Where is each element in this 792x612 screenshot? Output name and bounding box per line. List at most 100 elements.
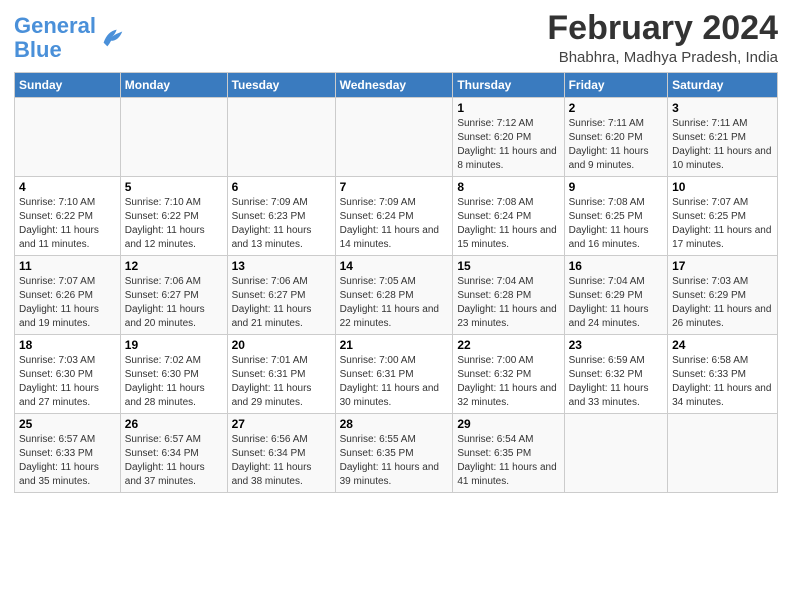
day-info: Sunrise: 7:10 AMSunset: 6:22 PMDaylight:… — [125, 196, 223, 252]
day-number: 13 — [232, 259, 331, 273]
calendar-cell — [335, 98, 453, 177]
calendar-cell: 12 Sunrise: 7:06 AMSunset: 6:27 PMDayligh… — [120, 256, 227, 335]
day-info: Sunrise: 6:59 AMSunset: 6:32 PMDaylight:… — [569, 354, 663, 410]
day-info: Sunrise: 7:00 AMSunset: 6:31 PMDaylight:… — [340, 354, 449, 410]
header-sunday: Sunday — [15, 73, 121, 98]
day-info: Sunrise: 7:01 AMSunset: 6:31 PMDaylight:… — [232, 354, 331, 410]
logo: General Blue — [14, 14, 126, 62]
header-friday: Friday — [564, 73, 667, 98]
day-number: 26 — [125, 417, 223, 431]
day-number: 14 — [340, 259, 449, 273]
day-number: 24 — [672, 338, 773, 352]
day-info: Sunrise: 6:58 AMSunset: 6:33 PMDaylight:… — [672, 354, 773, 410]
calendar-week-3: 11 Sunrise: 7:07 AMSunset: 6:26 PMDayligh… — [15, 256, 778, 335]
day-number: 20 — [232, 338, 331, 352]
calendar-week-1: 1 Sunrise: 7:12 AMSunset: 6:20 PMDaylight… — [15, 98, 778, 177]
calendar-cell: 21 Sunrise: 7:00 AMSunset: 6:31 PMDayligh… — [335, 335, 453, 414]
day-info: Sunrise: 7:03 AMSunset: 6:29 PMDaylight:… — [672, 275, 773, 331]
calendar-cell: 1 Sunrise: 7:12 AMSunset: 6:20 PMDaylight… — [453, 98, 564, 177]
calendar-cell: 5 Sunrise: 7:10 AMSunset: 6:22 PMDaylight… — [120, 177, 227, 256]
day-info: Sunrise: 6:55 AMSunset: 6:35 PMDaylight:… — [340, 433, 449, 489]
calendar-cell: 9 Sunrise: 7:08 AMSunset: 6:25 PMDaylight… — [564, 177, 667, 256]
day-info: Sunrise: 6:57 AMSunset: 6:34 PMDaylight:… — [125, 433, 223, 489]
calendar-cell: 10 Sunrise: 7:07 AMSunset: 6:25 PMDayligh… — [668, 177, 778, 256]
day-info: Sunrise: 7:12 AMSunset: 6:20 PMDaylight:… — [457, 117, 559, 173]
day-number: 9 — [569, 180, 663, 194]
day-info: Sunrise: 7:07 AMSunset: 6:26 PMDaylight:… — [19, 275, 116, 331]
day-number: 19 — [125, 338, 223, 352]
logo-bird-icon — [98, 24, 126, 52]
calendar-cell: 20 Sunrise: 7:01 AMSunset: 6:31 PMDayligh… — [227, 335, 335, 414]
calendar-cell: 22 Sunrise: 7:00 AMSunset: 6:32 PMDayligh… — [453, 335, 564, 414]
day-info: Sunrise: 7:11 AMSunset: 6:21 PMDaylight:… — [672, 117, 773, 173]
calendar-week-2: 4Sunrise: 7:10 AMSunset: 6:22 PMDaylight… — [15, 177, 778, 256]
calendar-cell: 4Sunrise: 7:10 AMSunset: 6:22 PMDaylight… — [15, 177, 121, 256]
day-info: Sunrise: 7:09 AMSunset: 6:23 PMDaylight:… — [232, 196, 331, 252]
calendar-cell: 28 Sunrise: 6:55 AMSunset: 6:35 PMDayligh… — [335, 414, 453, 493]
calendar-cell: 16Sunrise: 7:04 AMSunset: 6:29 PMDayligh… — [564, 256, 667, 335]
day-number: 7 — [340, 180, 449, 194]
calendar-cell: 2 Sunrise: 7:11 AMSunset: 6:20 PMDaylight… — [564, 98, 667, 177]
day-number: 25 — [19, 417, 116, 431]
calendar-cell: 24 Sunrise: 6:58 AMSunset: 6:33 PMDayligh… — [668, 335, 778, 414]
calendar-cell — [668, 414, 778, 493]
day-info: Sunrise: 6:57 AMSunset: 6:33 PMDaylight:… — [19, 433, 116, 489]
day-info: Sunrise: 7:09 AMSunset: 6:24 PMDaylight:… — [340, 196, 449, 252]
header-saturday: Saturday — [668, 73, 778, 98]
day-number: 21 — [340, 338, 449, 352]
day-info: Sunrise: 7:00 AMSunset: 6:32 PMDaylight:… — [457, 354, 559, 410]
day-info: Sunrise: 7:07 AMSunset: 6:25 PMDaylight:… — [672, 196, 773, 252]
day-info: Sunrise: 7:06 AMSunset: 6:27 PMDaylight:… — [232, 275, 331, 331]
day-info: Sunrise: 6:54 AMSunset: 6:35 PMDaylight:… — [457, 433, 559, 489]
day-number: 29 — [457, 417, 559, 431]
logo-text-general: General — [14, 13, 96, 38]
day-number: 28 — [340, 417, 449, 431]
calendar-week-4: 18 Sunrise: 7:03 AMSunset: 6:30 PMDayligh… — [15, 335, 778, 414]
calendar-cell: 17 Sunrise: 7:03 AMSunset: 6:29 PMDayligh… — [668, 256, 778, 335]
calendar-cell — [120, 98, 227, 177]
logo-text: General Blue — [14, 14, 96, 62]
day-number: 23 — [569, 338, 663, 352]
calendar-cell: 19 Sunrise: 7:02 AMSunset: 6:30 PMDayligh… — [120, 335, 227, 414]
calendar-body: 1 Sunrise: 7:12 AMSunset: 6:20 PMDaylight… — [15, 98, 778, 493]
day-info: Sunrise: 7:02 AMSunset: 6:30 PMDaylight:… — [125, 354, 223, 410]
day-number: 1 — [457, 101, 559, 115]
calendar-header-row: Sunday Monday Tuesday Wednesday Thursday… — [15, 73, 778, 98]
calendar-cell: 7 Sunrise: 7:09 AMSunset: 6:24 PMDaylight… — [335, 177, 453, 256]
day-number: 5 — [125, 180, 223, 194]
day-info: Sunrise: 6:56 AMSunset: 6:34 PMDaylight:… — [232, 433, 331, 489]
day-info: Sunrise: 7:06 AMSunset: 6:27 PMDaylight:… — [125, 275, 223, 331]
calendar-cell: 29 Sunrise: 6:54 AMSunset: 6:35 PMDayligh… — [453, 414, 564, 493]
calendar-cell: 18 Sunrise: 7:03 AMSunset: 6:30 PMDayligh… — [15, 335, 121, 414]
day-info: Sunrise: 7:10 AMSunset: 6:22 PMDaylight:… — [19, 196, 116, 252]
day-number: 6 — [232, 180, 331, 194]
calendar-cell: 25 Sunrise: 6:57 AMSunset: 6:33 PMDayligh… — [15, 414, 121, 493]
subtitle: Bhabhra, Madhya Pradesh, India — [547, 49, 778, 66]
day-number: 12 — [125, 259, 223, 273]
day-number: 18 — [19, 338, 116, 352]
calendar-table: Sunday Monday Tuesday Wednesday Thursday… — [14, 72, 778, 493]
day-info: Sunrise: 7:11 AMSunset: 6:20 PMDaylight:… — [569, 117, 663, 173]
calendar-cell: 23 Sunrise: 6:59 AMSunset: 6:32 PMDayligh… — [564, 335, 667, 414]
header-thursday: Thursday — [453, 73, 564, 98]
title-block: February 2024 Bhabhra, Madhya Pradesh, I… — [547, 10, 778, 66]
day-info: Sunrise: 7:04 AMSunset: 6:28 PMDaylight:… — [457, 275, 559, 331]
day-number: 11 — [19, 259, 116, 273]
calendar-cell: 27 Sunrise: 6:56 AMSunset: 6:34 PMDayligh… — [227, 414, 335, 493]
day-number: 27 — [232, 417, 331, 431]
day-info: Sunrise: 7:03 AMSunset: 6:30 PMDaylight:… — [19, 354, 116, 410]
calendar-cell — [227, 98, 335, 177]
day-number: 2 — [569, 101, 663, 115]
day-info: Sunrise: 7:05 AMSunset: 6:28 PMDaylight:… — [340, 275, 449, 331]
day-info: Sunrise: 7:08 AMSunset: 6:25 PMDaylight:… — [569, 196, 663, 252]
day-number: 22 — [457, 338, 559, 352]
calendar-cell: 3Sunrise: 7:11 AMSunset: 6:21 PMDaylight… — [668, 98, 778, 177]
main-title: February 2024 — [547, 10, 778, 47]
calendar-cell: 13 Sunrise: 7:06 AMSunset: 6:27 PMDayligh… — [227, 256, 335, 335]
day-number: 16 — [569, 259, 663, 273]
logo-text-blue: Blue — [14, 37, 62, 62]
day-number: 17 — [672, 259, 773, 273]
day-number: 8 — [457, 180, 559, 194]
day-info: Sunrise: 7:08 AMSunset: 6:24 PMDaylight:… — [457, 196, 559, 252]
day-number: 10 — [672, 180, 773, 194]
